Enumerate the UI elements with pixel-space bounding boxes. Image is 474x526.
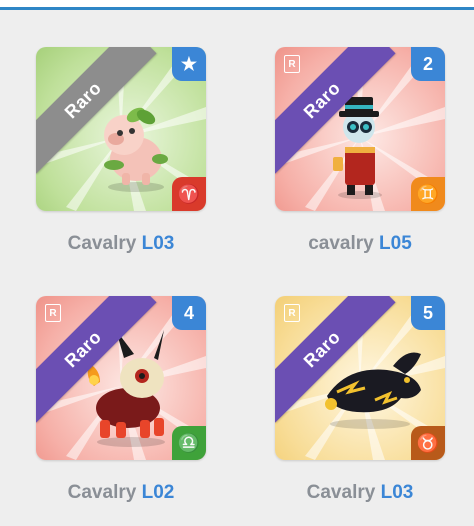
pet-name: Cavalry [306,482,376,503]
taurus-icon: ♉ [411,426,445,460]
rare-icon: R [42,302,64,324]
pet-card-2[interactable]: Raro R 2 ♊ cavalry L05 [275,47,445,277]
pet-name: Cavalry [67,482,137,503]
pet-name: Cavalry [67,233,137,254]
pet-level: L03 [380,482,414,503]
pet-name: cavalry [308,233,374,254]
number-badge: 2 [411,47,445,81]
pet-card-image[interactable]: Raro ★ ♈ [36,47,206,211]
pet-level: L03 [141,233,175,254]
pet-grid: Raro ★ ♈ Cavalry L03 Raro R 2 ♊ cavalry … [0,0,474,522]
pet-card-1[interactable]: Raro ★ ♈ Cavalry L03 [36,47,206,277]
number-badge: 4 [172,296,206,330]
rare-icon: R [281,302,303,324]
pet-level: L02 [141,482,175,503]
pet-card-image[interactable]: Raro R 4 ♎ [36,296,206,460]
star-icon: ★ [172,47,206,81]
pet-card-4[interactable]: Raro R 5 ♉ Cavalry L03 [275,296,445,526]
pet-caption: cavalry L05 [275,233,445,255]
pet-card-3[interactable]: Raro R 4 ♎ Cavalry L02 [36,296,206,526]
pet-card-image[interactable]: Raro R 5 ♉ [275,296,445,460]
aries-icon: ♈ [172,177,206,211]
pet-card-image[interactable]: Raro R 2 ♊ [275,47,445,211]
rare-icon: R [281,53,303,75]
pet-caption: Cavalry L03 [36,233,206,255]
pet-caption: Cavalry L03 [275,482,445,504]
pet-caption: Cavalry L02 [36,482,206,504]
pet-level: L05 [379,233,412,254]
gemini-icon: ♊ [411,177,445,211]
libra-icon: ♎ [172,426,206,460]
number-badge: 5 [411,296,445,330]
